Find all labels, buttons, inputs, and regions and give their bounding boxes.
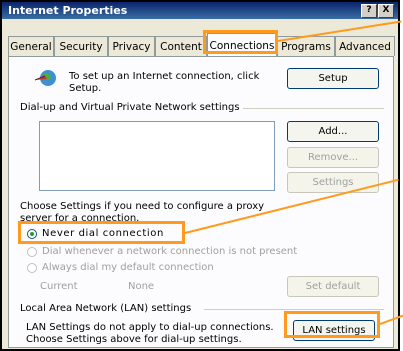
never-dial-label[interactable]: Never dial connection (42, 228, 164, 240)
proxy-text-line1: Choose Settings if you need to configure… (20, 201, 265, 212)
dialup-group-divider (243, 108, 384, 109)
title-bar: Internet Properties ? X (2, 2, 398, 19)
close-button[interactable]: X (378, 4, 394, 18)
lan-group-divider (204, 309, 384, 310)
current-value: None (128, 281, 155, 292)
setup-text-line1: To set up an Internet connection, click (69, 71, 260, 82)
tab-security[interactable]: Security (54, 36, 108, 56)
dial-whenever-radio[interactable] (27, 247, 37, 257)
never-dial-radio[interactable] (27, 229, 37, 239)
connections-listbox[interactable] (39, 121, 275, 191)
tab-advanced[interactable]: Advanced (335, 36, 395, 56)
settings-button[interactable]: Settings (287, 172, 379, 193)
tab-content[interactable]: Content (155, 36, 207, 56)
lan-text-line2: Choose Settings above for dial-up settin… (26, 334, 242, 345)
tab-general[interactable]: General (8, 36, 54, 56)
current-label: Current (40, 281, 78, 292)
tab-connections[interactable]: Connections (207, 33, 277, 57)
internet-properties-window: Internet Properties ? X General Security… (0, 0, 400, 351)
lan-settings-button[interactable]: LAN settings (293, 320, 375, 341)
setup-button[interactable]: Setup (287, 68, 379, 89)
always-dial-label[interactable]: Always dial my default connection (42, 262, 214, 274)
lan-text-line1: LAN Settings do not apply to dial-up con… (26, 322, 274, 333)
setup-text-line2: Setup. (69, 83, 102, 94)
add-button[interactable]: Add... (287, 121, 379, 142)
tab-privacy[interactable]: Privacy (108, 36, 155, 56)
dial-whenever-label[interactable]: Dial whenever a network connection is no… (42, 246, 297, 258)
always-dial-radio[interactable] (27, 263, 37, 273)
proxy-text-line2: server for a connection. (20, 213, 140, 224)
connection-globe-icon (34, 70, 56, 86)
lan-group-label: Local Area Network (LAN) settings (20, 303, 192, 314)
set-default-button[interactable]: Set default (287, 276, 379, 297)
dialup-group-label: Dial-up and Virtual Private Network sett… (20, 102, 240, 113)
help-button[interactable]: ? (361, 4, 377, 18)
window-title: Internet Properties (8, 4, 128, 17)
remove-button[interactable]: Remove... (287, 147, 379, 168)
